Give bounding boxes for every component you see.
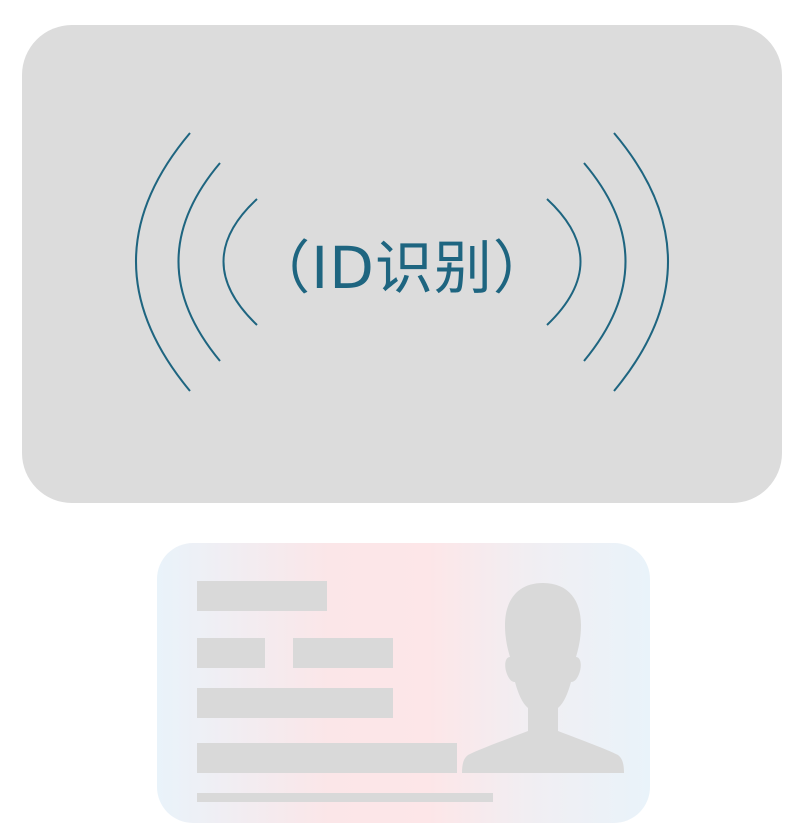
- card-line-address: [197, 743, 457, 773]
- id-reader-panel: （ID识别）: [22, 25, 782, 503]
- card-line-name: [197, 581, 327, 611]
- card-line-date: [197, 688, 393, 718]
- id-card-illustration: [157, 543, 650, 823]
- card-line-number: [197, 793, 493, 802]
- card-line-field-a: [197, 638, 265, 668]
- id-recognition-label: （ID识别）: [252, 234, 552, 302]
- card-line-field-b: [293, 638, 393, 668]
- person-silhouette-icon: [462, 583, 624, 773]
